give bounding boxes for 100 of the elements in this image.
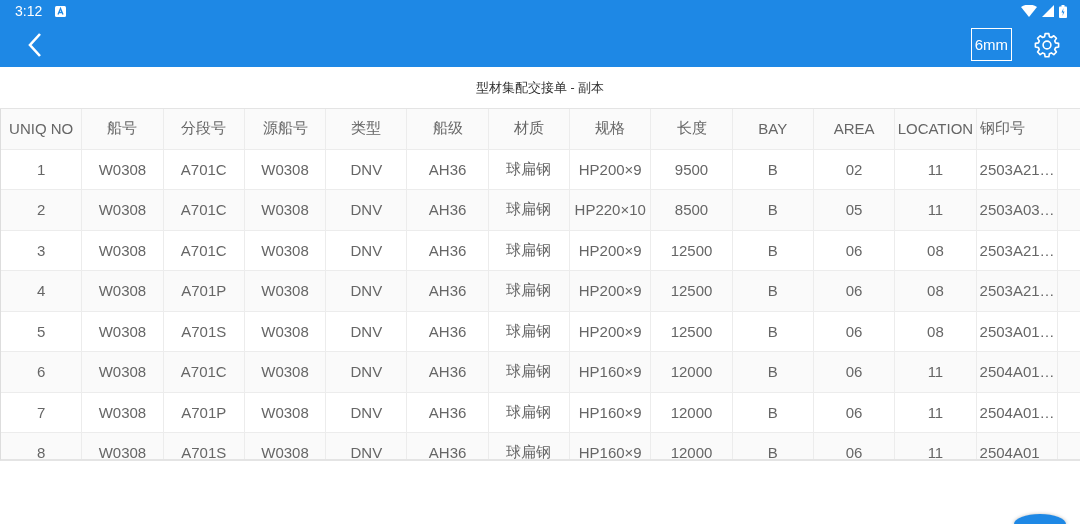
table-cell: B bbox=[732, 271, 814, 311]
table-cell: HP200×9 bbox=[570, 271, 652, 311]
table-cell: 11 bbox=[895, 433, 977, 459]
table-cell: 12000 bbox=[651, 392, 733, 432]
table-cell: 12000 bbox=[651, 352, 733, 392]
table-cell: HP220×10 bbox=[570, 190, 652, 230]
column-header: UNIQ NO bbox=[1, 109, 83, 149]
table-cell: AH36 bbox=[407, 230, 489, 270]
table-cell: 球扁钢 bbox=[488, 230, 571, 270]
table-cell: W0308 bbox=[244, 352, 327, 392]
table-cell: B bbox=[732, 230, 814, 270]
table-cell: 2504A01… bbox=[976, 392, 1058, 432]
settings-icon[interactable] bbox=[1034, 31, 1060, 58]
table-cell: DNV bbox=[326, 230, 408, 270]
table-cell: W0308 bbox=[82, 190, 164, 230]
table-cell: B bbox=[732, 352, 814, 392]
column-header: 钢印号 bbox=[976, 109, 1058, 149]
table-cell: 12500 bbox=[651, 230, 733, 270]
table-cell: 12500 bbox=[651, 271, 733, 311]
table-cell: 08 bbox=[895, 271, 977, 311]
column-header: 源船号 bbox=[244, 109, 327, 149]
table-cell: W0308 bbox=[244, 149, 327, 189]
form-title: 型材集配交接单 - 副本 bbox=[476, 78, 604, 97]
table-cell: 06 bbox=[813, 230, 896, 270]
status-time: 3:12 bbox=[15, 3, 43, 19]
table-cell: 8 bbox=[1, 433, 83, 459]
table-cell: 06 bbox=[813, 392, 896, 432]
column-header: 船号 bbox=[82, 109, 164, 149]
table-cell: 2503A21… bbox=[976, 230, 1058, 270]
table-cell: 2504A01 bbox=[976, 433, 1058, 459]
column-header: 类型 bbox=[326, 109, 408, 149]
table-cell: HP200×9 bbox=[570, 149, 652, 189]
table-cell: 球扁钢 bbox=[488, 149, 571, 189]
table-cell: 2504A01… bbox=[976, 352, 1058, 392]
table-cell: A701P bbox=[163, 392, 245, 432]
table-cell: W0308 bbox=[82, 392, 164, 432]
table-cell: DNV bbox=[326, 352, 408, 392]
table-cell: A701S bbox=[163, 433, 245, 459]
table-cell: HP160×9 bbox=[570, 433, 652, 459]
notification-icon bbox=[55, 5, 67, 17]
table-cell: 08 bbox=[895, 230, 977, 270]
table-cell: 2503A01… bbox=[976, 311, 1058, 351]
table-cell: W0308 bbox=[244, 311, 327, 351]
column-header: 分段号 bbox=[163, 109, 245, 149]
table-cell: AH36 bbox=[407, 433, 489, 459]
column-header: 材质 bbox=[488, 109, 571, 149]
table-cell: 球扁钢 bbox=[488, 271, 571, 311]
table-cell: W0308 bbox=[82, 352, 164, 392]
table-cell: 4 bbox=[1, 271, 83, 311]
table-cell: HP160×9 bbox=[570, 352, 652, 392]
table-cell: 06 bbox=[813, 311, 896, 351]
table-cell: 球扁钢 bbox=[488, 433, 571, 459]
table-cell: 球扁钢 bbox=[488, 311, 571, 351]
table-cell: W0308 bbox=[244, 392, 327, 432]
table-cell: A701C bbox=[163, 190, 245, 230]
battery-icon bbox=[1059, 4, 1067, 18]
table-cell: A701C bbox=[163, 230, 245, 270]
unit-button[interactable]: 6mm bbox=[970, 28, 1012, 61]
table-cell: W0308 bbox=[244, 271, 327, 311]
table-cell: 02 bbox=[813, 149, 896, 189]
table-cell: B bbox=[732, 433, 814, 459]
signal-icon bbox=[1042, 5, 1054, 17]
table-cell: DNV bbox=[326, 433, 408, 459]
table-cell: 11 bbox=[895, 392, 977, 432]
table-cell: DNV bbox=[326, 271, 408, 311]
table-cell: HP160×9 bbox=[570, 392, 652, 432]
table-cell: B bbox=[732, 190, 814, 230]
table-cell: AH36 bbox=[407, 392, 489, 432]
table-cell: DNV bbox=[326, 149, 408, 189]
table-cell: A701S bbox=[163, 311, 245, 351]
table-cell: 8500 bbox=[651, 190, 733, 230]
table-cell: 06 bbox=[813, 271, 896, 311]
table-cell: B bbox=[732, 149, 814, 189]
table-cell: AH36 bbox=[407, 352, 489, 392]
table-cell: AH36 bbox=[407, 311, 489, 351]
table-cell: 05 bbox=[813, 190, 896, 230]
table-cell: HP200×9 bbox=[570, 230, 652, 270]
table-cell: AH36 bbox=[407, 149, 489, 189]
floating-action-button[interactable] bbox=[1014, 514, 1066, 524]
table-cell: W0308 bbox=[82, 230, 164, 270]
back-icon[interactable] bbox=[28, 32, 42, 57]
table-cell: 06 bbox=[813, 433, 896, 459]
table-cell: W0308 bbox=[82, 271, 164, 311]
table-cell: 2503A21… bbox=[976, 149, 1058, 189]
table-cell: 12500 bbox=[651, 311, 733, 351]
wifi-icon bbox=[1021, 5, 1037, 17]
table-cell: 11 bbox=[895, 190, 977, 230]
table-cell: DNV bbox=[326, 190, 408, 230]
table-cell: 球扁钢 bbox=[488, 352, 571, 392]
table-cell: 2503A21… bbox=[976, 271, 1058, 311]
column-header: AREA bbox=[813, 109, 896, 149]
table-cell: 08 bbox=[895, 311, 977, 351]
table-cell: HP200×9 bbox=[570, 311, 652, 351]
table-cell: 5 bbox=[1, 311, 83, 351]
table-cell: 12000 bbox=[651, 433, 733, 459]
column-header: 规格 bbox=[570, 109, 652, 149]
table-cell: W0308 bbox=[82, 311, 164, 351]
table-cell: 球扁钢 bbox=[488, 392, 571, 432]
table-cell: W0308 bbox=[82, 149, 164, 189]
table-cell: 2503A03… bbox=[976, 190, 1058, 230]
